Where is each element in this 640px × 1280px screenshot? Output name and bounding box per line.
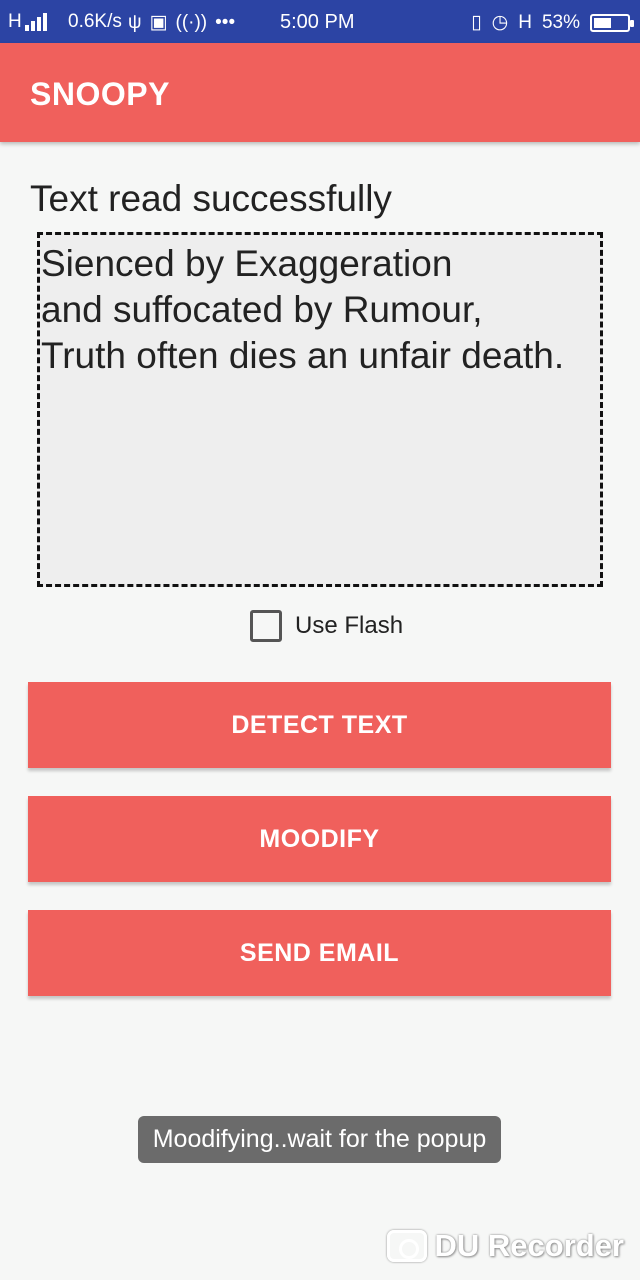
use-flash-label: Use Flash	[295, 612, 404, 639]
alarm-icon: ◷	[491, 12, 509, 33]
usb-icon: ψ	[128, 11, 142, 33]
app-notification-icon: ▣	[149, 12, 168, 33]
moodify-button[interactable]: MOODIFY	[28, 796, 611, 882]
detect-text-button[interactable]: DETECT TEXT	[28, 682, 611, 768]
vibrate-icon: ▯	[471, 12, 482, 33]
send-email-button[interactable]: SEND EMAIL	[28, 910, 611, 996]
camera-icon	[386, 1230, 427, 1262]
use-flash-checkbox[interactable]	[250, 610, 282, 642]
use-flash-option[interactable]: Use Flash	[250, 610, 403, 642]
detected-text-box[interactable]: Sienced by Exaggeration and suffocated b…	[37, 232, 603, 587]
status-bar: H 0.6K/s ψ ▣ ((·)) ••• 5:00 PM ▯ ◷ H 53%	[0, 0, 640, 43]
detected-text-line: Truth often dies an unfair death.	[41, 335, 565, 376]
network-type: H	[8, 11, 22, 32]
app-bar: SNOOPY	[0, 43, 640, 142]
more-icon: •••	[215, 11, 236, 33]
hotspot-icon: ((·))	[175, 11, 208, 33]
app-title: SNOOPY	[30, 76, 170, 112]
network-type-2: H	[518, 11, 532, 33]
notification-icons: ψ ▣ ((·)) •••	[128, 11, 235, 34]
du-recorder-watermark: DU Recorder	[386, 1228, 625, 1264]
watermark-text: DU Recorder	[434, 1228, 625, 1263]
network-speed: 0.6K/s	[68, 11, 122, 32]
detected-text-line: Sienced by Exaggeration	[41, 243, 453, 284]
battery-icon	[590, 13, 634, 32]
clock: 5:00 PM	[280, 11, 355, 33]
toast-message: Moodifying..wait for the popup	[138, 1116, 501, 1163]
status-message: Text read successfully	[30, 178, 392, 219]
signal-icon	[24, 13, 47, 31]
system-icons: ▯ ◷ H 53%	[471, 11, 634, 34]
detected-text-line: and suffocated by Rumour,	[41, 289, 483, 330]
battery-percent: 53%	[541, 11, 580, 33]
network-indicator: H	[8, 11, 47, 33]
